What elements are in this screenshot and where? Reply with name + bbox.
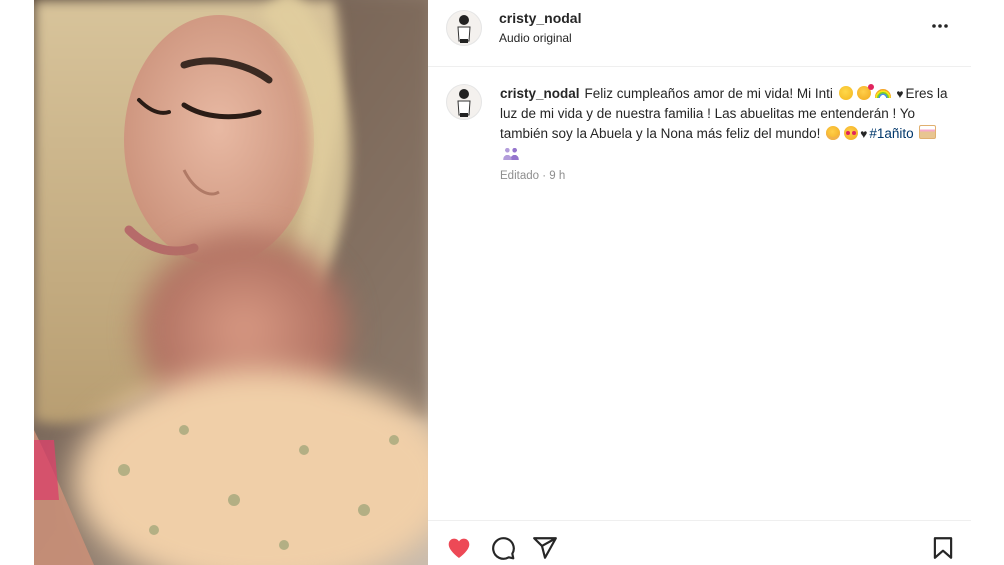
avatar-figure-icon (457, 15, 471, 43)
profile-avatar[interactable] (446, 10, 482, 46)
black-heart-icon: ♥ (896, 87, 904, 101)
caption-avatar[interactable] (446, 84, 482, 120)
post-details-panel: cristy_nodal Audio original cristy_nodal… (428, 0, 971, 565)
bookmark-icon[interactable] (930, 535, 956, 561)
family-emoji-icon (502, 146, 520, 160)
hashtag-link[interactable]: #1añito (869, 126, 913, 141)
pleading-emoji-icon (826, 126, 841, 140)
sun-emoji-icon (838, 86, 853, 100)
instagram-post-view: cristy_nodal Audio original cristy_nodal… (0, 0, 1004, 565)
audio-label[interactable]: Audio original (499, 31, 572, 45)
heart-eyes-emoji-icon (844, 126, 859, 140)
caption-timestamp: Editado · 9 h (500, 170, 566, 182)
black-heart-icon: ♥ (860, 127, 868, 141)
caption-username[interactable]: cristy_nodal (500, 86, 580, 101)
rainbow-emoji-icon (874, 89, 891, 98)
post-username[interactable]: cristy_nodal (499, 10, 581, 26)
post-header: cristy_nodal Audio original (428, 0, 971, 67)
caption-text: cristy_nodal Feliz cumpleaños amor de mi … (500, 84, 948, 164)
heart-filled-icon[interactable] (446, 535, 472, 561)
kiss-emoji-icon (856, 84, 874, 100)
send-icon[interactable] (532, 535, 558, 561)
cake-emoji-icon (919, 125, 937, 139)
caption-line1: Feliz cumpleaños amor de mi vida! Mi Int… (584, 86, 833, 101)
action-bar (428, 520, 971, 565)
avatar-figure-icon (457, 89, 471, 117)
post-photo[interactable] (34, 0, 428, 565)
comment-icon[interactable] (490, 535, 516, 561)
more-horizontal-icon[interactable] (930, 16, 950, 36)
post-photo-illustration (34, 0, 428, 565)
